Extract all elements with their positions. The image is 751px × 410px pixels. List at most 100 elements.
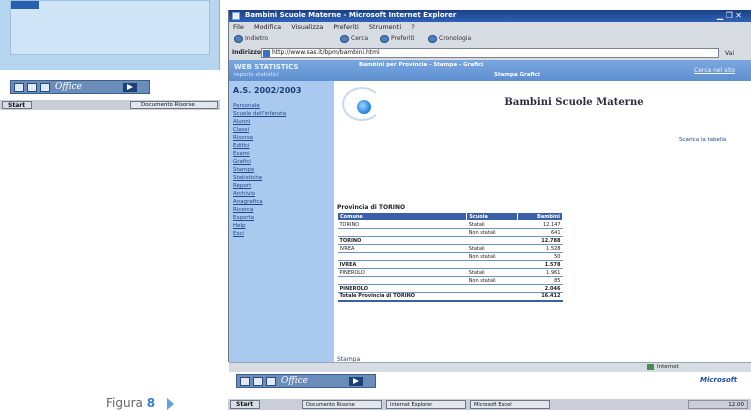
table-row: PINEROLO Statali 1.961	[337, 268, 563, 277]
sidebar-item[interactable]: Esci	[233, 231, 244, 237]
table-row: Non statali 641	[337, 228, 563, 237]
window-icon[interactable]	[253, 377, 263, 386]
background-taskbar: Start Documento Risorse	[0, 99, 220, 110]
ie-logo-icon	[232, 12, 240, 20]
column-header: Bambini	[516, 212, 564, 221]
column-header: Scuola	[466, 212, 518, 221]
back-label: Indietro	[245, 35, 269, 42]
table-cell: Statali	[466, 220, 518, 229]
taskbar-task-button[interactable]: Internet Explorer	[386, 400, 466, 409]
sidebar-item[interactable]: Scuole dell'infanzia	[233, 111, 286, 117]
table-cell: 85	[517, 276, 563, 285]
table-cell	[466, 284, 518, 293]
sidebar-item[interactable]: Grafici	[233, 159, 251, 165]
back-arrow-icon	[234, 35, 243, 43]
zone-label: Internet	[657, 364, 679, 370]
screenshot-root: Office Start Documento Risorse Bambini S…	[0, 0, 751, 410]
menu-modifica[interactable]: Modifica	[254, 23, 281, 31]
table-cell	[337, 276, 467, 285]
desktop-icon[interactable]	[240, 377, 250, 386]
table-row: IVREA Statali 1.528	[337, 244, 563, 253]
back-button[interactable]: Indietro	[233, 33, 268, 45]
sidebar: A.S. 2002/2003 Personale Scuole dell'inf…	[229, 81, 334, 362]
sidebar-item[interactable]: Stampe	[233, 167, 254, 173]
menu-file[interactable]: File	[233, 23, 244, 31]
table-row: IVREA 1.578	[337, 260, 563, 269]
sidebar-item[interactable]: Risorse	[233, 135, 253, 141]
data-table: Comune Scuola Bambini TORINO Statali 12.14…	[336, 212, 564, 302]
table-cell: 2.046	[517, 284, 563, 293]
search-button[interactable]: Cerca	[339, 33, 368, 45]
sidebar-item[interactable]: Esporta	[233, 215, 254, 221]
caption-word: Figura	[106, 396, 143, 410]
site-brand[interactable]: WEB STATISTICS	[234, 63, 299, 71]
address-input[interactable]: http://www.sas.it/bpm/bambini.html	[261, 48, 719, 58]
desktop-icon[interactable]	[14, 83, 24, 92]
sidebar-item[interactable]: Report	[233, 183, 251, 189]
office-quickbar[interactable]: Office	[10, 80, 150, 94]
start-button[interactable]: Start	[230, 400, 260, 409]
table-row: Non statali 85	[337, 276, 563, 285]
taskbar: Start Documento Risorse Internet Explore…	[228, 398, 751, 410]
taskbar-task-button[interactable]: Documento Risorse	[302, 400, 382, 409]
table-cell: PINEROLO	[337, 284, 467, 293]
site-nav-links[interactable]: Bambini per Provincia - Stampa - Grafici	[359, 62, 483, 68]
history-button[interactable]: Cronologia	[427, 33, 471, 45]
table-cell: Totale Provincia di TORINO	[337, 292, 467, 302]
office-label: Office	[55, 82, 82, 92]
window-icon[interactable]	[27, 83, 37, 92]
table-cell	[337, 252, 467, 261]
security-zone: Internet	[647, 363, 679, 372]
sidebar-item[interactable]: Edifici	[233, 143, 250, 149]
menu-strumenti[interactable]: Strumenti	[369, 23, 401, 31]
sidebar-item[interactable]: Classi	[233, 127, 249, 133]
table-cell: TORINO	[337, 220, 467, 229]
table-cell: 16.412	[517, 292, 563, 302]
sidebar-item[interactable]: Personale	[233, 103, 260, 109]
sidebar-item[interactable]: Alunni	[233, 119, 250, 125]
start-button[interactable]: Start	[2, 101, 32, 109]
table-cell: Non statali	[466, 252, 518, 261]
site-header: WEB STATISTICS reports statistici Bambin…	[229, 60, 751, 81]
table-cell: IVREA	[337, 260, 467, 269]
sidebar-item[interactable]: Help	[233, 223, 246, 229]
window-controls[interactable]: ▁ ❐ ✕	[717, 11, 742, 20]
main-content: Bambini Scuole Materne Scarica la tabell…	[334, 81, 751, 363]
office-quickbar-bottom[interactable]: Office	[236, 374, 376, 388]
download-table-link[interactable]: Scarica la tabella	[679, 137, 726, 143]
menu-preferiti[interactable]: Preferiti	[333, 23, 358, 31]
table-cell	[466, 292, 518, 302]
menu-visualizza[interactable]: Visualizza	[291, 23, 323, 31]
table-cell: Non statali	[466, 228, 518, 237]
sidebar-item[interactable]: Ricerca	[233, 207, 253, 213]
go-button[interactable]: Vai	[725, 48, 734, 60]
table-row: Non statali 50	[337, 252, 563, 261]
table-row: PINEROLO 2.046	[337, 284, 563, 293]
menu-help[interactable]: ?	[411, 23, 414, 31]
history-icon	[428, 35, 437, 43]
sidebar-item[interactable]: Statistiche	[233, 175, 262, 181]
table-cell	[466, 260, 518, 269]
ie-window: Bambini Scuole Materne - Microsoft Inter…	[228, 10, 751, 372]
sidebar-item[interactable]: Archivio	[233, 191, 255, 197]
favorites-label: Preferiti	[391, 35, 415, 42]
caption-arrow-icon	[166, 397, 174, 410]
sidebar-item[interactable]: Anagrafica	[233, 199, 263, 205]
sidebar-item[interactable]: Esami	[233, 151, 250, 157]
table-cell: 12.147	[517, 220, 563, 229]
table-cell: Statali	[466, 244, 518, 253]
taskbar-task-button[interactable]: Documento Risorse	[130, 101, 218, 109]
favorites-icon	[380, 35, 389, 43]
play-icon[interactable]	[123, 83, 137, 92]
site-search-link[interactable]: Cerca nel sito	[694, 67, 735, 74]
table-cell: TORINO	[337, 236, 467, 245]
play-icon[interactable]	[349, 377, 363, 386]
taskbar-task-button[interactable]: Microsoft Excel	[470, 400, 550, 409]
office-logo-icon	[266, 377, 276, 386]
globe-icon	[647, 363, 654, 370]
school-year: A.S. 2002/2003	[233, 86, 302, 95]
site-nav-links-2[interactable]: Stampa Grafici	[494, 72, 540, 78]
table-cell: 1.961	[517, 268, 563, 277]
favorites-button[interactable]: Preferiti	[379, 33, 415, 45]
title-bar[interactable]: Bambini Scuole Materne - Microsoft Inter…	[229, 10, 751, 22]
